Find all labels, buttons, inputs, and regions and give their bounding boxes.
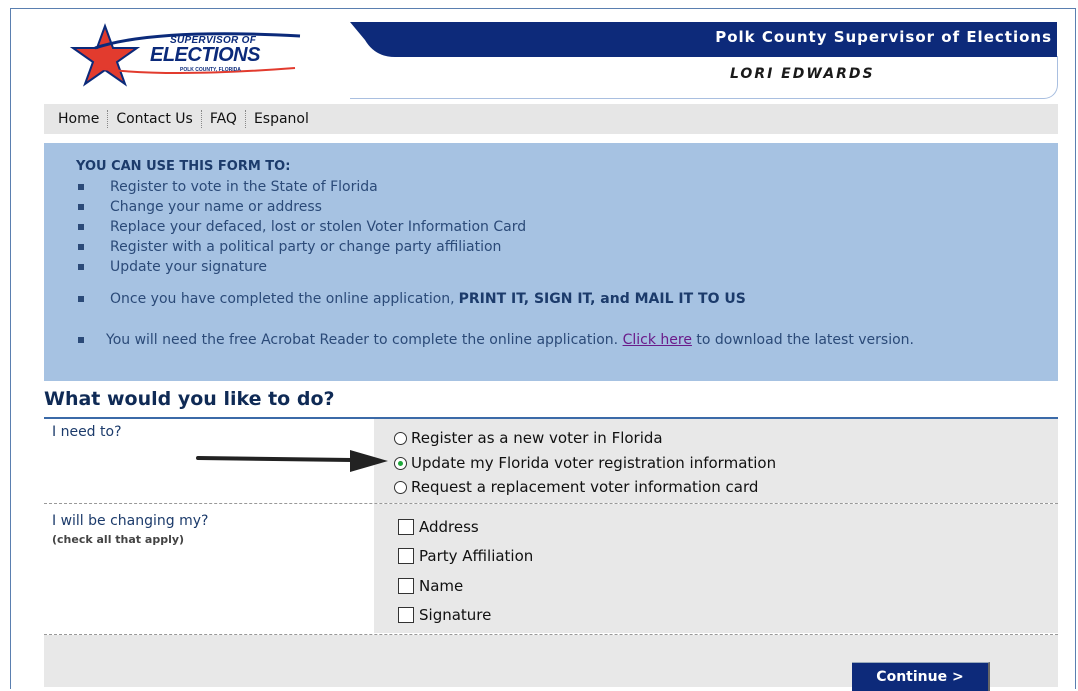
bullet-icon [78,204,84,210]
checkbox[interactable] [398,548,414,564]
section-title: What would you like to do? [44,388,335,410]
checkbox-address[interactable]: Address [398,518,479,536]
radio-button[interactable] [394,431,407,445]
info-heading: YOU CAN USE THIS FORM TO: [76,159,291,174]
note1-text: Once you have completed the online appli… [110,291,455,307]
nav-home[interactable]: Home [44,110,109,128]
radio-replacement-card[interactable]: Request a replacement voter information … [394,478,758,496]
bullet-text: Change your name or address [110,199,322,215]
pointer-arrow-icon [196,450,388,472]
change-label: I will be changing my? [52,513,209,529]
acrobat-download-link[interactable]: Click here [623,332,692,348]
info-bullet-list: Register to vote in the State of Florida… [76,177,526,277]
list-item: Update your signature [76,257,526,277]
nav-contact-us[interactable]: Contact Us [108,110,202,128]
bullet-text: Update your signature [110,259,268,275]
bullet-icon [78,337,84,343]
radio-register-new[interactable]: Register as a new voter in Florida [394,429,663,447]
bullet-icon [78,296,84,302]
radio-button[interactable] [394,480,407,494]
bullet-icon [78,264,84,270]
header-curve [350,56,1058,99]
nav-faq[interactable]: FAQ [202,110,246,128]
list-item: Change your name or address [76,197,526,217]
checkbox-label[interactable]: Party Affiliation [419,547,533,565]
radio-button-selected[interactable] [394,456,407,470]
radio-update-registration[interactable]: Update my Florida voter registration inf… [394,454,776,472]
logo-line3: POLK COUNTY, FLORIDA [180,67,241,73]
list-item: Register with a political party or chang… [76,237,526,257]
note2-post: to download the latest version. [696,332,914,348]
checkbox[interactable] [398,519,414,535]
logo-line2: ELECTIONS [150,44,260,66]
site-title: Polk County Supervisor of Elections [715,28,1052,46]
bullet-text: Replace your defaced, lost or stolen Vot… [110,219,527,235]
checkbox-signature[interactable]: Signature [398,606,491,624]
list-item: Replace your defaced, lost or stolen Vot… [76,217,526,237]
checkbox[interactable] [398,578,414,594]
print-sign-mail-note: Once you have completed the online appli… [76,291,746,307]
bullet-icon [78,224,84,230]
checkbox-label[interactable]: Signature [419,606,491,624]
site-subtitle: LORI EDWARDS [730,66,875,82]
bullet-text: Register with a political party or chang… [110,239,502,255]
list-item: Register to vote in the State of Florida [76,177,526,197]
radio-label[interactable]: Request a replacement voter information … [411,478,758,496]
need-label: I need to? [52,424,122,440]
change-hint: (check all that apply) [52,533,185,546]
note1-bold: PRINT IT, SIGN IT, and MAIL IT TO US [458,291,746,307]
acrobat-note: You will need the free Acrobat Reader to… [76,330,1026,350]
note2-pre: You will need the free Acrobat Reader to… [106,332,619,348]
bullet-text: Register to vote in the State of Florida [110,179,378,195]
checkbox-label[interactable]: Address [419,518,479,536]
nav-bar: Home Contact Us FAQ Espanol [44,104,1058,134]
bullet-icon [78,184,84,190]
checkbox-name[interactable]: Name [398,577,463,595]
checkbox-label[interactable]: Name [419,577,463,595]
checkbox-party-affiliation[interactable]: Party Affiliation [398,547,533,565]
checkbox[interactable] [398,607,414,623]
bullet-icon [78,244,84,250]
info-box: YOU CAN USE THIS FORM TO: Register to vo… [44,143,1058,381]
radio-label[interactable]: Update my Florida voter registration inf… [411,454,776,472]
nav-espanol[interactable]: Espanol [246,110,317,128]
radio-label[interactable]: Register as a new voter in Florida [411,429,663,447]
